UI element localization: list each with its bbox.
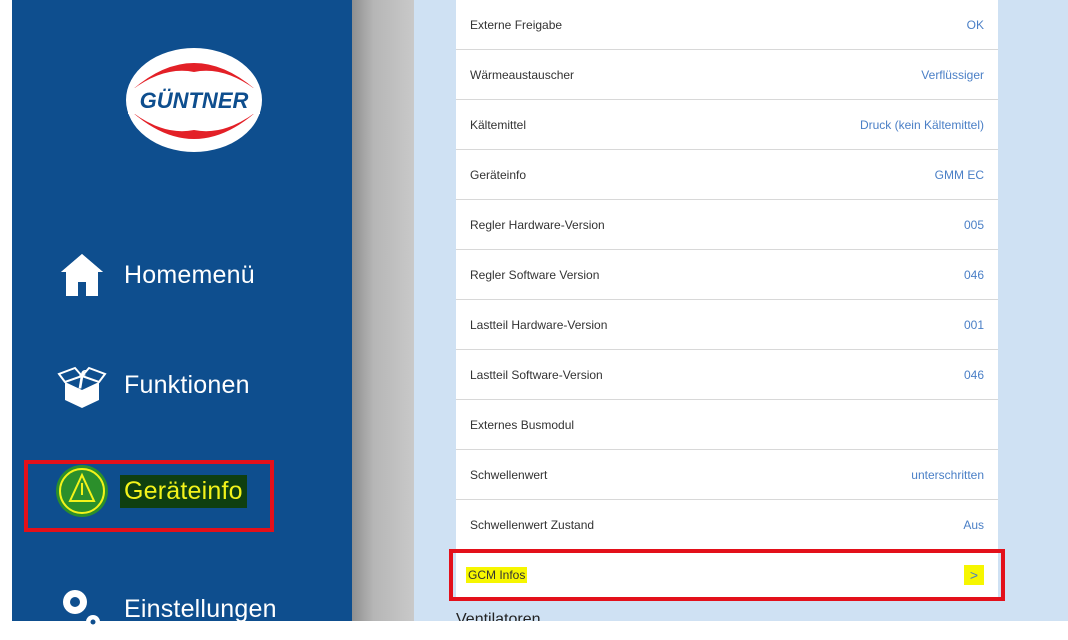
section-title: Ventilatoren (456, 611, 541, 621)
device-info-list: Externe Freigabe OK Wärmeaustauscher Ver… (456, 0, 998, 600)
list-item[interactable]: Lastteil Software-Version 046 (456, 350, 998, 400)
row-value: Aus (963, 517, 984, 532)
sidebar-item-label: Funktionen (124, 370, 250, 399)
sidebar-item-functions[interactable]: f Funktionen (42, 354, 342, 416)
functions-box-icon: f (52, 357, 112, 413)
list-item[interactable]: Externes Busmodul (456, 400, 998, 450)
list-item[interactable]: Lastteil Hardware-Version 001 (456, 300, 998, 350)
row-label: Externes Busmodul (470, 417, 575, 432)
row-value: Druck (kein Kältemittel) (859, 117, 984, 132)
list-item[interactable]: Kältemittel Druck (kein Kältemittel) (456, 100, 998, 150)
list-item[interactable]: Geräteinfo GMM EC (456, 150, 998, 200)
row-value: 001 (963, 317, 984, 332)
row-value: Verflüssiger (921, 67, 984, 82)
row-value: OK (966, 17, 984, 32)
row-label: Regler Software Version (470, 267, 600, 282)
row-value: GMM EC (934, 167, 984, 182)
home-icon (52, 247, 112, 303)
row-label: Regler Hardware-Version (470, 217, 605, 232)
selection-highlight-gcm (449, 549, 1005, 601)
row-label: Lastteil Software-Version (470, 367, 603, 382)
row-value: 046 (963, 367, 984, 382)
row-label: Schwellenwert (470, 467, 548, 482)
row-label: Kältemittel (470, 117, 527, 132)
sidebar-shadow (352, 0, 414, 621)
row-label: Lastteil Hardware-Version (470, 317, 608, 332)
logo-text: GÜNTNER (140, 88, 249, 113)
row-value: 046 (963, 267, 984, 282)
row-value: unterschritten (911, 467, 984, 482)
list-item[interactable]: Regler Hardware-Version 005 (456, 200, 998, 250)
gear-icon (52, 581, 112, 637)
selection-highlight-nav (24, 460, 274, 532)
sidebar-item-label: Homemenü (124, 260, 255, 289)
row-label: Schwellenwert Zustand (470, 517, 595, 532)
list-item[interactable]: Regler Software Version 046 (456, 250, 998, 300)
row-label: Externe Freigabe (470, 17, 563, 32)
sidebar-item-label: Einstellungen (124, 594, 277, 623)
list-item[interactable]: Wärmeaustauscher Verflüssiger (456, 50, 998, 100)
list-item[interactable]: Externe Freigabe OK (456, 0, 998, 50)
guentner-logo: GÜNTNER (126, 48, 262, 152)
sidebar-item-home[interactable]: Homemenü (42, 244, 342, 306)
list-item[interactable]: Schwellenwert Zustand Aus (456, 500, 998, 550)
row-label: Geräteinfo (470, 167, 527, 182)
row-value: 005 (963, 217, 984, 232)
list-item[interactable]: Schwellenwert unterschritten (456, 450, 998, 500)
sidebar-item-settings[interactable]: Einstellungen (42, 578, 342, 640)
row-label: Wärmeaustauscher (470, 67, 575, 82)
